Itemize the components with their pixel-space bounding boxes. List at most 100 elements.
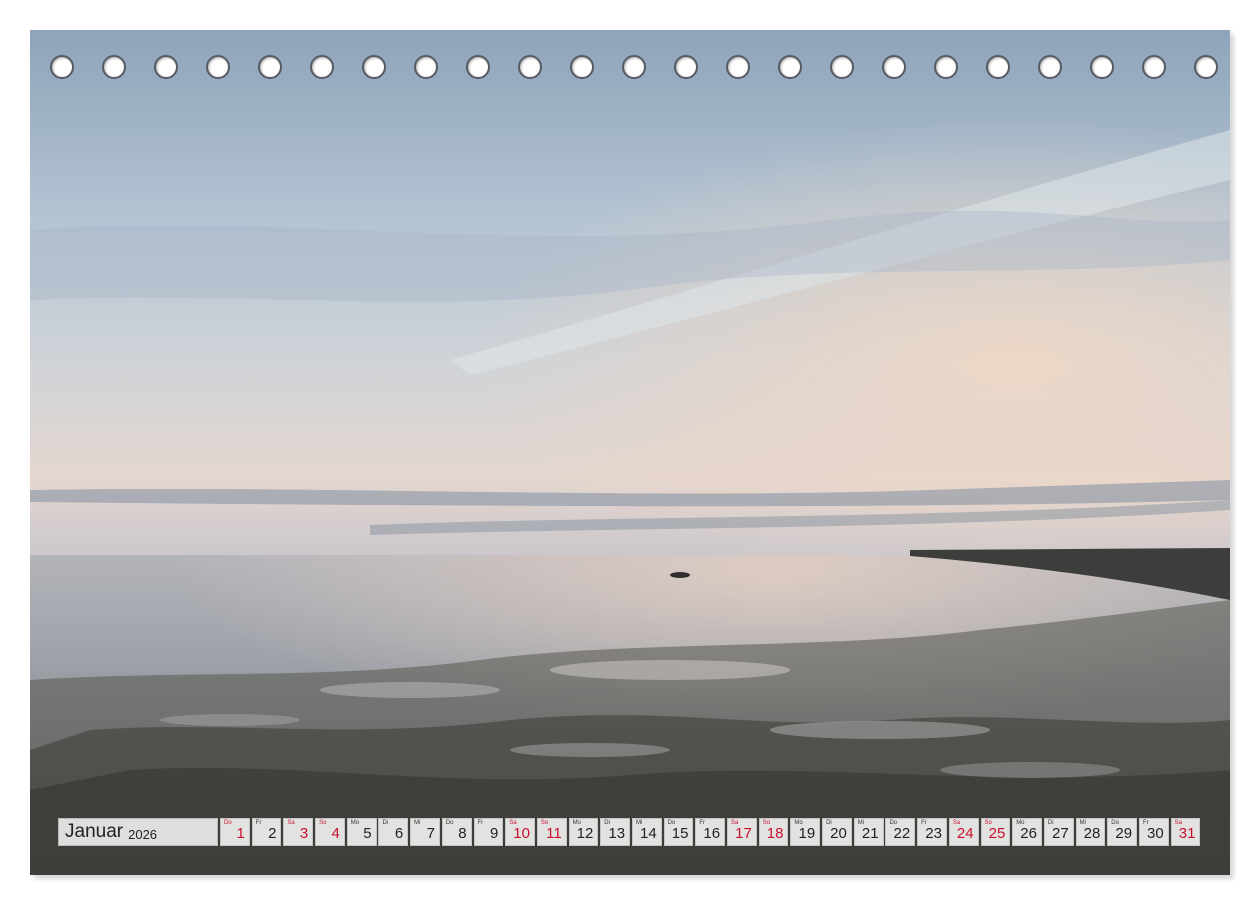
day-cell: Mo 19 bbox=[790, 818, 821, 846]
day-number: 28 bbox=[1083, 825, 1101, 842]
day-number: 4 bbox=[331, 825, 340, 842]
weekday-label: Do bbox=[445, 820, 454, 826]
month-name: Januar bbox=[65, 821, 124, 842]
binding-hole bbox=[258, 55, 282, 79]
binding-hole bbox=[414, 55, 438, 79]
calendar-page: Januar 2026 Do 1 Fr 2 Sa 3 So 4 Mo 5 Di 6 Mi 7 Do 8 Fr 9 S… bbox=[0, 0, 1260, 905]
weekday-label: So bbox=[319, 820, 327, 826]
day-number: 23 bbox=[925, 825, 942, 842]
day-cell: Sa 24 bbox=[948, 818, 979, 846]
binding-hole bbox=[882, 55, 906, 79]
day-cell: Fr 2 bbox=[251, 818, 282, 846]
binding-hole bbox=[518, 55, 542, 79]
day-number: 17 bbox=[735, 825, 752, 842]
day-cell: So 25 bbox=[980, 818, 1011, 846]
day-number: 14 bbox=[640, 825, 657, 842]
binding-hole bbox=[206, 55, 230, 79]
day-number: 29 bbox=[1115, 825, 1133, 842]
day-cell: Fr 9 bbox=[473, 818, 504, 846]
day-cell: Do 29 bbox=[1107, 818, 1138, 846]
binding-hole bbox=[778, 55, 802, 79]
day-cell: Sa 3 bbox=[283, 818, 314, 846]
day-number: 2 bbox=[268, 825, 277, 842]
binding-hole bbox=[1194, 55, 1218, 79]
day-number: 20 bbox=[830, 825, 847, 842]
day-number: 13 bbox=[608, 825, 626, 842]
day-cell: Fr 16 bbox=[695, 818, 726, 846]
weekday-label: Do bbox=[224, 820, 232, 826]
day-number: 9 bbox=[489, 825, 499, 842]
binding-hole bbox=[310, 55, 334, 79]
day-number: 18 bbox=[766, 825, 784, 842]
day-cell: Fr 30 bbox=[1138, 818, 1169, 846]
day-number: 12 bbox=[576, 825, 594, 842]
day-cell: Mi 28 bbox=[1075, 818, 1106, 846]
day-number: 8 bbox=[458, 825, 467, 842]
day-number: 16 bbox=[703, 825, 721, 842]
binding-hole bbox=[362, 55, 386, 79]
day-number: 3 bbox=[299, 825, 309, 842]
day-cell: Di 27 bbox=[1043, 818, 1074, 846]
day-cell: Do 8 bbox=[441, 818, 472, 846]
day-number: 11 bbox=[546, 825, 562, 842]
day-cell: Mo 5 bbox=[346, 818, 377, 846]
day-cell: Mi 7 bbox=[410, 818, 440, 846]
day-cell: Sa 17 bbox=[727, 818, 757, 846]
day-cell: Mo 12 bbox=[568, 818, 599, 846]
day-cell: Do 15 bbox=[663, 818, 694, 846]
day-number: 15 bbox=[671, 825, 689, 842]
month-label: Januar 2026 bbox=[58, 818, 218, 846]
day-cell: Mi 14 bbox=[631, 818, 662, 846]
day-number: 19 bbox=[798, 825, 816, 842]
day-cell: So 4 bbox=[315, 818, 345, 846]
day-cell: Di 6 bbox=[378, 818, 409, 846]
binding-hole bbox=[50, 55, 74, 79]
day-cell: Do 22 bbox=[885, 818, 916, 846]
day-cell: Di 20 bbox=[822, 818, 852, 846]
year: 2026 bbox=[128, 826, 158, 842]
day-number: 22 bbox=[893, 825, 911, 842]
day-cell: Sa 31 bbox=[1170, 818, 1201, 846]
day-number: 7 bbox=[426, 825, 435, 842]
binding-hole bbox=[726, 55, 750, 79]
binding-hole bbox=[1142, 55, 1166, 79]
day-number: 24 bbox=[956, 825, 974, 842]
landscape-photo bbox=[30, 30, 1230, 875]
day-cell: So 18 bbox=[758, 818, 789, 846]
day-cell: Fr 23 bbox=[917, 818, 947, 846]
weekday-label: Di bbox=[382, 820, 389, 826]
weekday-label: Fr bbox=[477, 820, 484, 826]
day-number: 31 bbox=[1178, 825, 1196, 842]
weekday-label: Fr bbox=[255, 820, 262, 826]
binding-hole bbox=[102, 55, 126, 79]
binding-hole bbox=[1038, 55, 1062, 79]
binding-hole bbox=[1090, 55, 1114, 79]
binding-hole bbox=[674, 55, 698, 79]
day-number: 1 bbox=[236, 825, 245, 842]
weekday-label: Mo bbox=[350, 820, 360, 826]
day-number: 6 bbox=[394, 825, 404, 842]
binding-hole bbox=[986, 55, 1010, 79]
day-cell: Sa 10 bbox=[505, 818, 535, 846]
mudflat-sunset-photo bbox=[30, 30, 1230, 875]
day-number: 25 bbox=[988, 825, 1006, 842]
day-cell: So 11 bbox=[536, 818, 567, 846]
day-number: 5 bbox=[363, 825, 372, 842]
binding-hole bbox=[830, 55, 854, 79]
weekday-label: Mi bbox=[414, 820, 421, 826]
binding-hole bbox=[154, 55, 178, 79]
binding-hole bbox=[570, 55, 594, 79]
day-cell: Mi 21 bbox=[853, 818, 884, 846]
weekday-label: Sa bbox=[287, 820, 295, 826]
binding-hole bbox=[466, 55, 490, 79]
day-number: 26 bbox=[1020, 825, 1037, 842]
month-calendar-strip: Januar 2026 Do 1 Fr 2 Sa 3 So 4 Mo 5 Di 6 Mi 7 Do 8 Fr 9 S… bbox=[58, 818, 1202, 846]
day-number: 27 bbox=[1051, 825, 1069, 842]
day-cell: Mo 26 bbox=[1012, 818, 1042, 846]
binding-hole bbox=[622, 55, 646, 79]
day-number: 30 bbox=[1147, 825, 1164, 842]
day-number: 10 bbox=[513, 825, 530, 842]
binding-hole bbox=[934, 55, 958, 79]
day-cell: Di 13 bbox=[600, 818, 631, 846]
day-number: 21 bbox=[861, 825, 879, 842]
